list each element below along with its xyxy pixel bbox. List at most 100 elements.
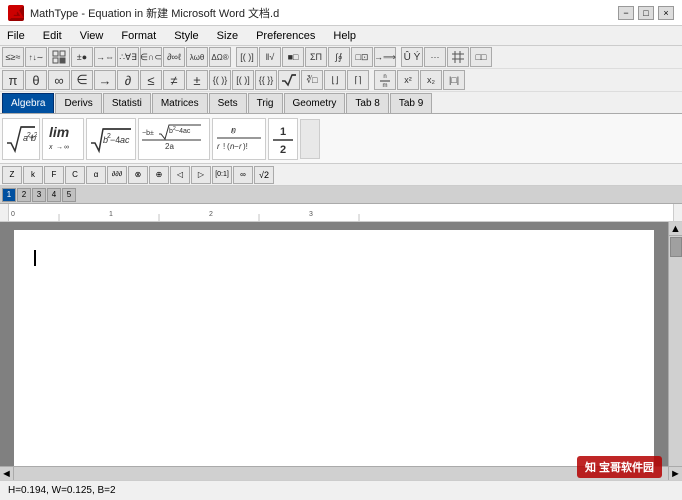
- tb-rightarrow-double[interactable]: →⇔: [94, 47, 116, 67]
- tab-9[interactable]: Tab 9: [390, 93, 432, 113]
- sym-empty[interactable]: [300, 119, 320, 159]
- tab-algebra[interactable]: Algebra: [2, 93, 54, 113]
- tb-integral[interactable]: ∫∮: [328, 47, 350, 67]
- page-tab-1[interactable]: 1: [2, 188, 16, 202]
- minimize-button[interactable]: −: [618, 6, 634, 20]
- sml-range[interactable]: [0:1]: [212, 166, 232, 184]
- tabs-row: Algebra Derivs Statisti Matrices Sets Tr…: [0, 92, 682, 114]
- tb-pi[interactable]: π: [2, 70, 24, 90]
- close-button[interactable]: ×: [658, 6, 674, 20]
- tb-infinity[interactable]: ∞: [48, 70, 70, 90]
- sml-otimes[interactable]: ⊗: [128, 166, 148, 184]
- tab-trig[interactable]: Trig: [248, 93, 283, 113]
- tb-rightarrow[interactable]: →: [94, 70, 116, 90]
- tb-leq[interactable]: ≤: [140, 70, 162, 90]
- tab-sets[interactable]: Sets: [209, 93, 247, 113]
- tb-grid[interactable]: [48, 47, 70, 67]
- tb-delta-omega-ring[interactable]: ΔΩ®: [209, 47, 231, 67]
- sml-k[interactable]: k: [23, 166, 43, 184]
- sml-tri-left[interactable]: ◁: [170, 166, 190, 184]
- menu-style[interactable]: Style: [171, 29, 201, 43]
- scrollbar-track[interactable]: [14, 467, 668, 480]
- tb-theta[interactable]: θ: [25, 70, 47, 90]
- scrollbar-right-button[interactable]: ►: [668, 467, 682, 480]
- menu-help[interactable]: Help: [330, 29, 359, 43]
- tb-brace-template[interactable]: {{ }}: [255, 70, 277, 90]
- sym-half[interactable]: 1 2: [268, 118, 298, 160]
- tb-brackets-1[interactable]: [( )]: [236, 47, 258, 67]
- page-tab-2[interactable]: 2: [17, 188, 31, 202]
- tb-bracket-template[interactable]: [( )]: [232, 70, 254, 90]
- tb-neq[interactable]: ≠: [163, 70, 185, 90]
- app-logo: [8, 5, 24, 21]
- tb-set-ops[interactable]: ∈∩⊂: [140, 47, 162, 67]
- sym-limit[interactable]: lim x → ∞: [42, 118, 84, 160]
- watermark: 知 宝哥软件园: [577, 456, 662, 478]
- menu-edit[interactable]: Edit: [40, 29, 65, 43]
- tb-partial-inf[interactable]: ∂∞ℓ: [163, 47, 185, 67]
- tb-partial[interactable]: ∂: [117, 70, 139, 90]
- tb-elem[interactable]: ∈: [71, 70, 93, 90]
- page-tabs: 1 2 3 4 5: [0, 186, 682, 204]
- watermark-text: 知 宝哥软件园: [585, 462, 654, 474]
- sml-alpha[interactable]: α: [86, 166, 106, 184]
- menu-preferences[interactable]: Preferences: [253, 29, 318, 43]
- sml-partial[interactable]: ∂∂∂: [107, 166, 127, 184]
- tab-8[interactable]: Tab 8: [346, 93, 388, 113]
- tb-overline[interactable]: □⊡: [351, 47, 373, 67]
- tb-arrows-sim[interactable]: ↑↓∼: [25, 47, 47, 67]
- tab-geometry[interactable]: Geometry: [284, 93, 346, 113]
- menu-format[interactable]: Format: [118, 29, 159, 43]
- maximize-button[interactable]: □: [638, 6, 654, 20]
- tb-plusminus2[interactable]: ±: [186, 70, 208, 90]
- tb-implies[interactable]: →⟹: [374, 47, 396, 67]
- sml-c[interactable]: C: [65, 166, 85, 184]
- page-tab-5[interactable]: 5: [62, 188, 76, 202]
- tb-cbrt[interactable]: ∛□: [301, 70, 323, 90]
- sml-tri-right[interactable]: ▷: [191, 166, 211, 184]
- sml-inf[interactable]: ∞: [233, 166, 253, 184]
- tb-subscript[interactable]: x₂: [420, 70, 442, 90]
- sml-z[interactable]: Z: [2, 166, 22, 184]
- sml-oplus[interactable]: ⊕: [149, 166, 169, 184]
- tb-sqrt2[interactable]: [278, 70, 300, 90]
- scrollbar-up-button[interactable]: ▲: [669, 222, 682, 236]
- svg-text:−: −: [234, 142, 239, 151]
- tab-matrices[interactable]: Matrices: [152, 93, 208, 113]
- sml-sqrt2[interactable]: √2: [254, 166, 274, 184]
- sym-combination[interactable]: n ! r ! ( n − r )!: [212, 118, 266, 160]
- menu-size[interactable]: Size: [214, 29, 241, 43]
- svg-text:3: 3: [309, 211, 313, 218]
- tb-ceil[interactable]: ⌈⌉: [347, 70, 369, 90]
- page-area[interactable]: [0, 222, 668, 466]
- tab-derivs[interactable]: Derivs: [55, 93, 101, 113]
- sym-sqrt-sum[interactable]: a 2 + b 2: [2, 118, 40, 160]
- tb-frac[interactable]: nm: [374, 70, 396, 90]
- tb-floor[interactable]: ⌊⌋: [324, 70, 346, 90]
- menu-view[interactable]: View: [77, 29, 107, 43]
- tab-statisti[interactable]: Statisti: [103, 93, 151, 113]
- tb-hat[interactable]: Û Ý: [401, 47, 423, 67]
- tb-box[interactable]: ■□: [282, 47, 304, 67]
- tb-power[interactable]: x²: [397, 70, 419, 90]
- tb-plusminus[interactable]: ±●: [71, 47, 93, 67]
- tb-double-box[interactable]: □□: [470, 47, 492, 67]
- tb-sigma-pi[interactable]: ΣΠ: [305, 47, 327, 67]
- scrollbar-thumb[interactable]: [670, 237, 682, 257]
- sym-quadratic-formula[interactable]: −b± b 2 −4ac 2a: [138, 118, 210, 160]
- page-tab-4[interactable]: 4: [47, 188, 61, 202]
- tb-leq-geq[interactable]: ≤≥≈: [2, 47, 24, 67]
- tb-hash-grid[interactable]: [447, 47, 469, 67]
- page-tab-3[interactable]: 3: [32, 188, 46, 202]
- sym-sqrt-quadratic[interactable]: b 2 −4 ac: [86, 118, 136, 160]
- tb-dots[interactable]: ···: [424, 47, 446, 67]
- tb-fence[interactable]: |□|: [443, 70, 465, 90]
- tb-paren-template[interactable]: {( )}: [209, 70, 231, 90]
- scrollbar-left-button[interactable]: ◄: [0, 467, 14, 480]
- scrollbar-vertical[interactable]: ▲: [668, 222, 682, 466]
- sml-f[interactable]: F: [44, 166, 64, 184]
- tb-sqrt[interactable]: ‖√: [259, 47, 281, 67]
- tb-therefore[interactable]: ∴∀∃: [117, 47, 139, 67]
- tb-lambda-omega[interactable]: λωθ: [186, 47, 208, 67]
- menu-file[interactable]: File: [4, 29, 28, 43]
